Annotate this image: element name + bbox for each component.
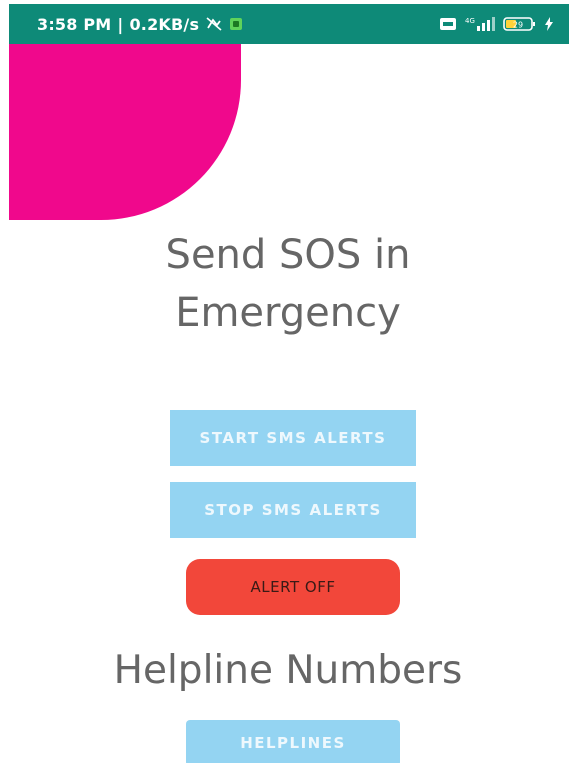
helpline-heading: Helpline Numbers [113,648,463,693]
charging-icon [545,17,553,31]
app-notification-icon [229,17,243,31]
title-line-1: Send SOS in [165,232,411,278]
start-sms-alerts-button[interactable]: START SMS ALERTS [170,410,416,466]
page-title: Send SOS in Emergency [0,226,576,342]
app-screen: 3:58 PM | 0.2KB/s 4G 29 Send SOS in Emer… [0,0,576,763]
status-bar: 3:58 PM | 0.2KB/s 4G 29 [9,4,569,44]
message-icon [439,17,457,31]
helplines-button[interactable]: HELPLINES [186,720,400,763]
sync-off-icon [205,16,223,32]
signal-icon: 4G [465,16,495,32]
status-right: 4G 29 [439,16,553,32]
status-separator: | [117,14,124,34]
stop-sms-alerts-button[interactable]: STOP SMS ALERTS [170,482,416,538]
decorative-blob [9,44,241,220]
title-line-2: Emergency [175,290,401,336]
status-time: 3:58 PM [37,14,112,34]
battery-level: 29 [513,21,523,30]
network-type-label: 4G [465,17,475,25]
battery-icon: 29 [503,16,537,32]
status-speed: 0.2KB/s [129,14,200,34]
status-left: 3:58 PM | 0.2KB/s [37,15,243,34]
alert-off-button[interactable]: ALERT OFF [186,559,400,615]
